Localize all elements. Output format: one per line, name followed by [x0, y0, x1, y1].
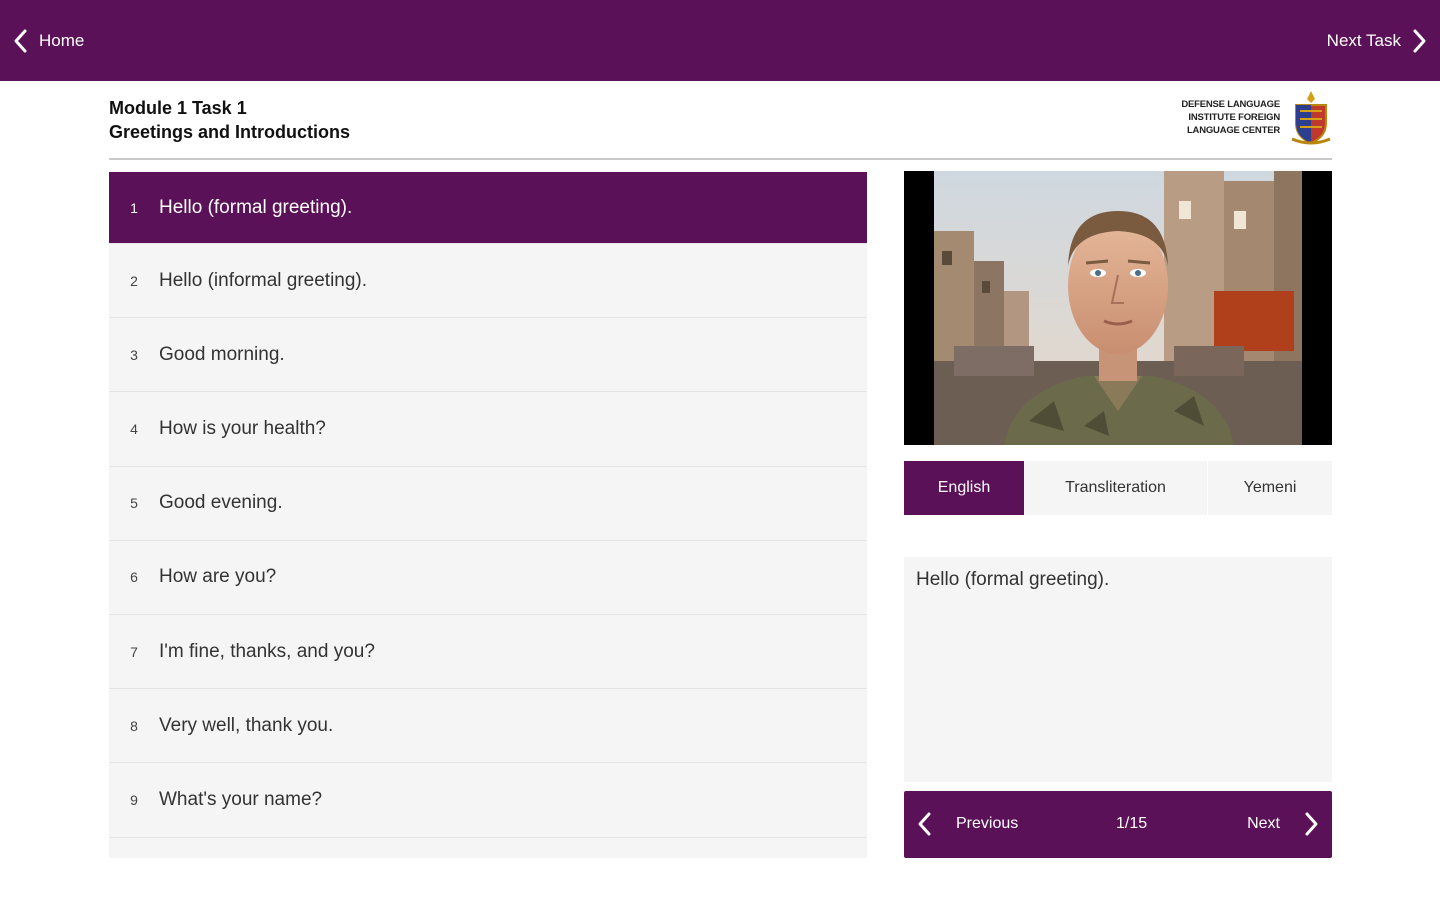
home-button[interactable]: Home: [10, 26, 84, 56]
avatar-video[interactable]: [904, 171, 1332, 445]
phrase-list: 1 Hello (formal greeting). 2 Hello (info…: [109, 172, 867, 858]
tab-yemeni[interactable]: Yemeni: [1208, 461, 1332, 515]
phrase-text: Hello (informal greeting).: [159, 269, 368, 291]
phrase-number: 1: [130, 199, 138, 216]
module-subtitle: Greetings and Introductions: [109, 122, 351, 142]
phrase-item[interactable]: 2 Hello (informal greeting).: [109, 244, 867, 319]
phrase-item[interactable]: 8 Very well, thank you.: [109, 689, 867, 764]
phrase-number: 7: [130, 643, 138, 660]
task-header: Module 1 Task 1 Greetings and Introducti…: [109, 91, 1332, 160]
tab-transliteration[interactable]: Transliteration: [1024, 461, 1208, 515]
chevron-left-icon: [918, 812, 931, 836]
phrase-number: 3: [130, 346, 138, 363]
phrase-item[interactable]: 7 I'm fine, thanks, and you?: [109, 614, 867, 690]
translation-text: Hello (formal greeting).: [916, 569, 1110, 590]
phrase-text: How are you?: [159, 566, 277, 588]
phrase-item[interactable]: 3 Good morning.: [109, 318, 867, 393]
phrase-pager: Previous 1/15 Next: [904, 791, 1332, 858]
page-counter: 1/15: [1116, 815, 1148, 832]
phrase-text: Hello (formal greeting).: [159, 196, 353, 218]
home-label: Home: [39, 31, 85, 50]
phrase-number: 9: [130, 791, 138, 808]
next-task-button[interactable]: Next Task: [1327, 26, 1430, 56]
phrase-item[interactable]: 4 How is your health?: [109, 392, 867, 467]
next-label: Next: [1247, 815, 1280, 832]
phrase-item[interactable]: 6 How are you?: [109, 540, 867, 615]
dliflc-logo: DEFENSE LANGUAGE INSTITUTE FOREIGN LANGU…: [1181, 88, 1332, 146]
phrase-text: I'm fine, thanks, and you?: [159, 640, 375, 662]
phrase-text: Very well, thank you.: [159, 714, 334, 736]
tab-english[interactable]: English: [904, 461, 1024, 515]
phrase-number: 5: [130, 495, 138, 512]
phrase-number: 6: [130, 569, 138, 586]
phrase-item[interactable]: 1 Hello (formal greeting).: [109, 172, 867, 244]
chevron-right-icon: [1413, 29, 1426, 53]
phrase-item[interactable]: 9 What's your name?: [109, 763, 867, 838]
chevron-right-icon: [1305, 812, 1318, 836]
soldier-avatar-image: [934, 171, 1302, 445]
top-bar: Home Next Task: [0, 0, 1440, 81]
translation-panel: Hello (formal greeting).: [904, 557, 1332, 782]
module-title: Module 1 Task 1: [109, 98, 247, 118]
phrase-number: 8: [130, 717, 138, 734]
phrase-number: 2: [130, 272, 138, 289]
phrase-number: 4: [130, 420, 138, 437]
previous-label: Previous: [956, 815, 1019, 832]
phrase-text: Good morning.: [159, 343, 285, 365]
phrase-text: Good evening.: [159, 492, 283, 514]
crest-icon: [1291, 91, 1331, 145]
chevron-left-icon: [14, 29, 27, 53]
previous-button[interactable]: Previous: [914, 809, 1018, 839]
language-tabs: English Transliteration Yemeni: [904, 461, 1332, 515]
phrase-item[interactable]: 5 Good evening.: [109, 466, 867, 541]
phrase-text: How is your health?: [159, 417, 326, 439]
phrase-text: What's your name?: [159, 788, 323, 810]
next-task-label: Next Task: [1326, 31, 1401, 50]
logo-text: DEFENSE LANGUAGE INSTITUTE FOREIGN LANGU…: [1181, 98, 1280, 136]
next-button[interactable]: Next: [1247, 809, 1322, 839]
